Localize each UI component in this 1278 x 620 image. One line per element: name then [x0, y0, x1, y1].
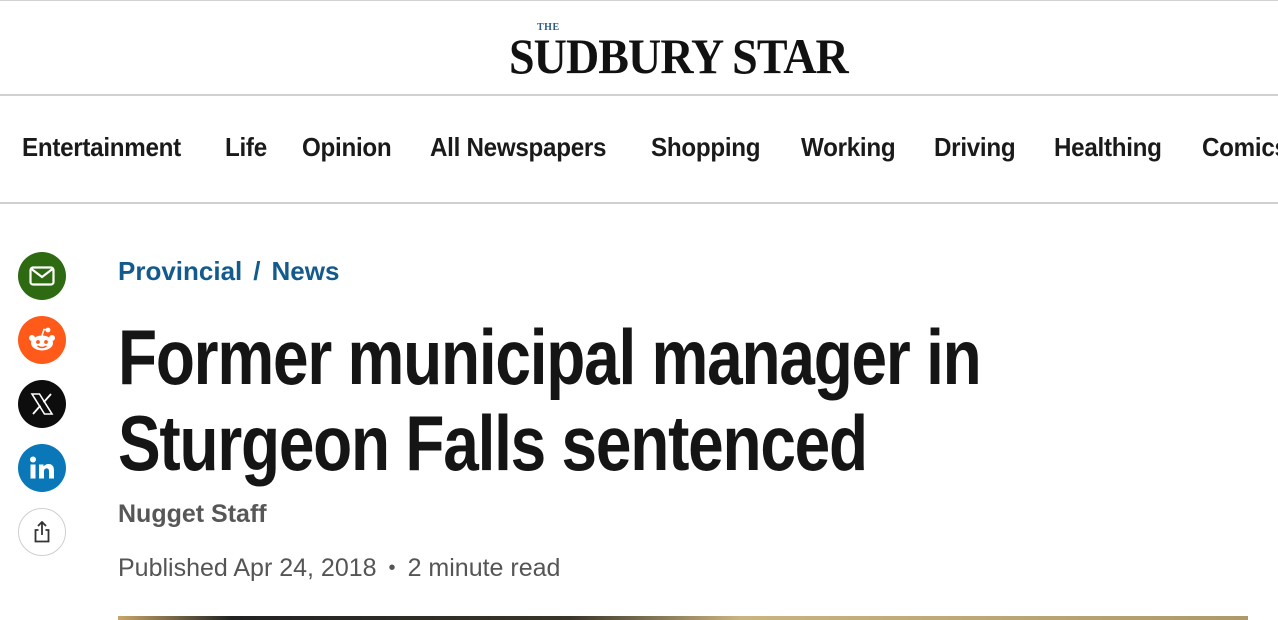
reddit-icon: [29, 327, 55, 351]
nav-item-driving[interactable]: Driving: [934, 132, 1016, 163]
nav-item-shopping[interactable]: Shopping: [651, 132, 761, 163]
share-icon: [34, 521, 50, 543]
nav-item-entertainment[interactable]: Entertainment: [22, 132, 181, 163]
masthead: THE SUDBURY STAR: [0, 0, 1278, 96]
logo-name: SUDBURY STAR: [509, 28, 849, 84]
envelope-icon: [29, 266, 55, 286]
share-reddit-button[interactable]: [18, 316, 66, 364]
nav-item-opinion[interactable]: Opinion: [302, 132, 392, 163]
publish-date: Published Apr 24, 2018: [118, 554, 377, 582]
nav-item-healthing[interactable]: Healthing: [1054, 132, 1162, 163]
meta-dot: •: [388, 557, 396, 579]
share-linkedin-button[interactable]: [18, 444, 66, 492]
breadcrumb-news[interactable]: News: [272, 256, 340, 286]
share-x-button[interactable]: [18, 380, 66, 428]
breadcrumb-separator: /: [253, 256, 261, 286]
share-email-button[interactable]: [18, 252, 66, 300]
nav-item-comics[interactable]: Comics: [1202, 132, 1278, 163]
share-bar: [18, 252, 66, 572]
article-header: Provincial / News Former municipal manager…: [118, 256, 1258, 582]
site-logo[interactable]: THE SUDBURY STAR: [509, 21, 859, 84]
nav-item-life[interactable]: Life: [225, 132, 267, 163]
hero-image: [118, 616, 1248, 620]
nav-list: Entertainment Life Opinion All Newspaper…: [22, 132, 1278, 163]
breadcrumb: Provincial / News: [118, 256, 1258, 296]
breadcrumb-provincial[interactable]: Provincial: [118, 256, 242, 286]
article-headline: Former municipal manager in Sturgeon Fal…: [118, 313, 982, 487]
share-more-button[interactable]: [18, 508, 66, 556]
nav-item-all-newspapers[interactable]: All Newspapers: [430, 132, 606, 163]
read-time: 2 minute read: [407, 554, 561, 582]
x-icon: [30, 393, 54, 415]
article-meta: Published Apr 24, 2018 • 2 minute read: [118, 554, 560, 583]
article-author[interactable]: Nugget Staff: [118, 500, 267, 529]
linkedin-icon: [30, 456, 54, 479]
nav-item-working[interactable]: Working: [801, 132, 896, 163]
main-nav: Entertainment Life Opinion All Newspaper…: [0, 96, 1278, 204]
